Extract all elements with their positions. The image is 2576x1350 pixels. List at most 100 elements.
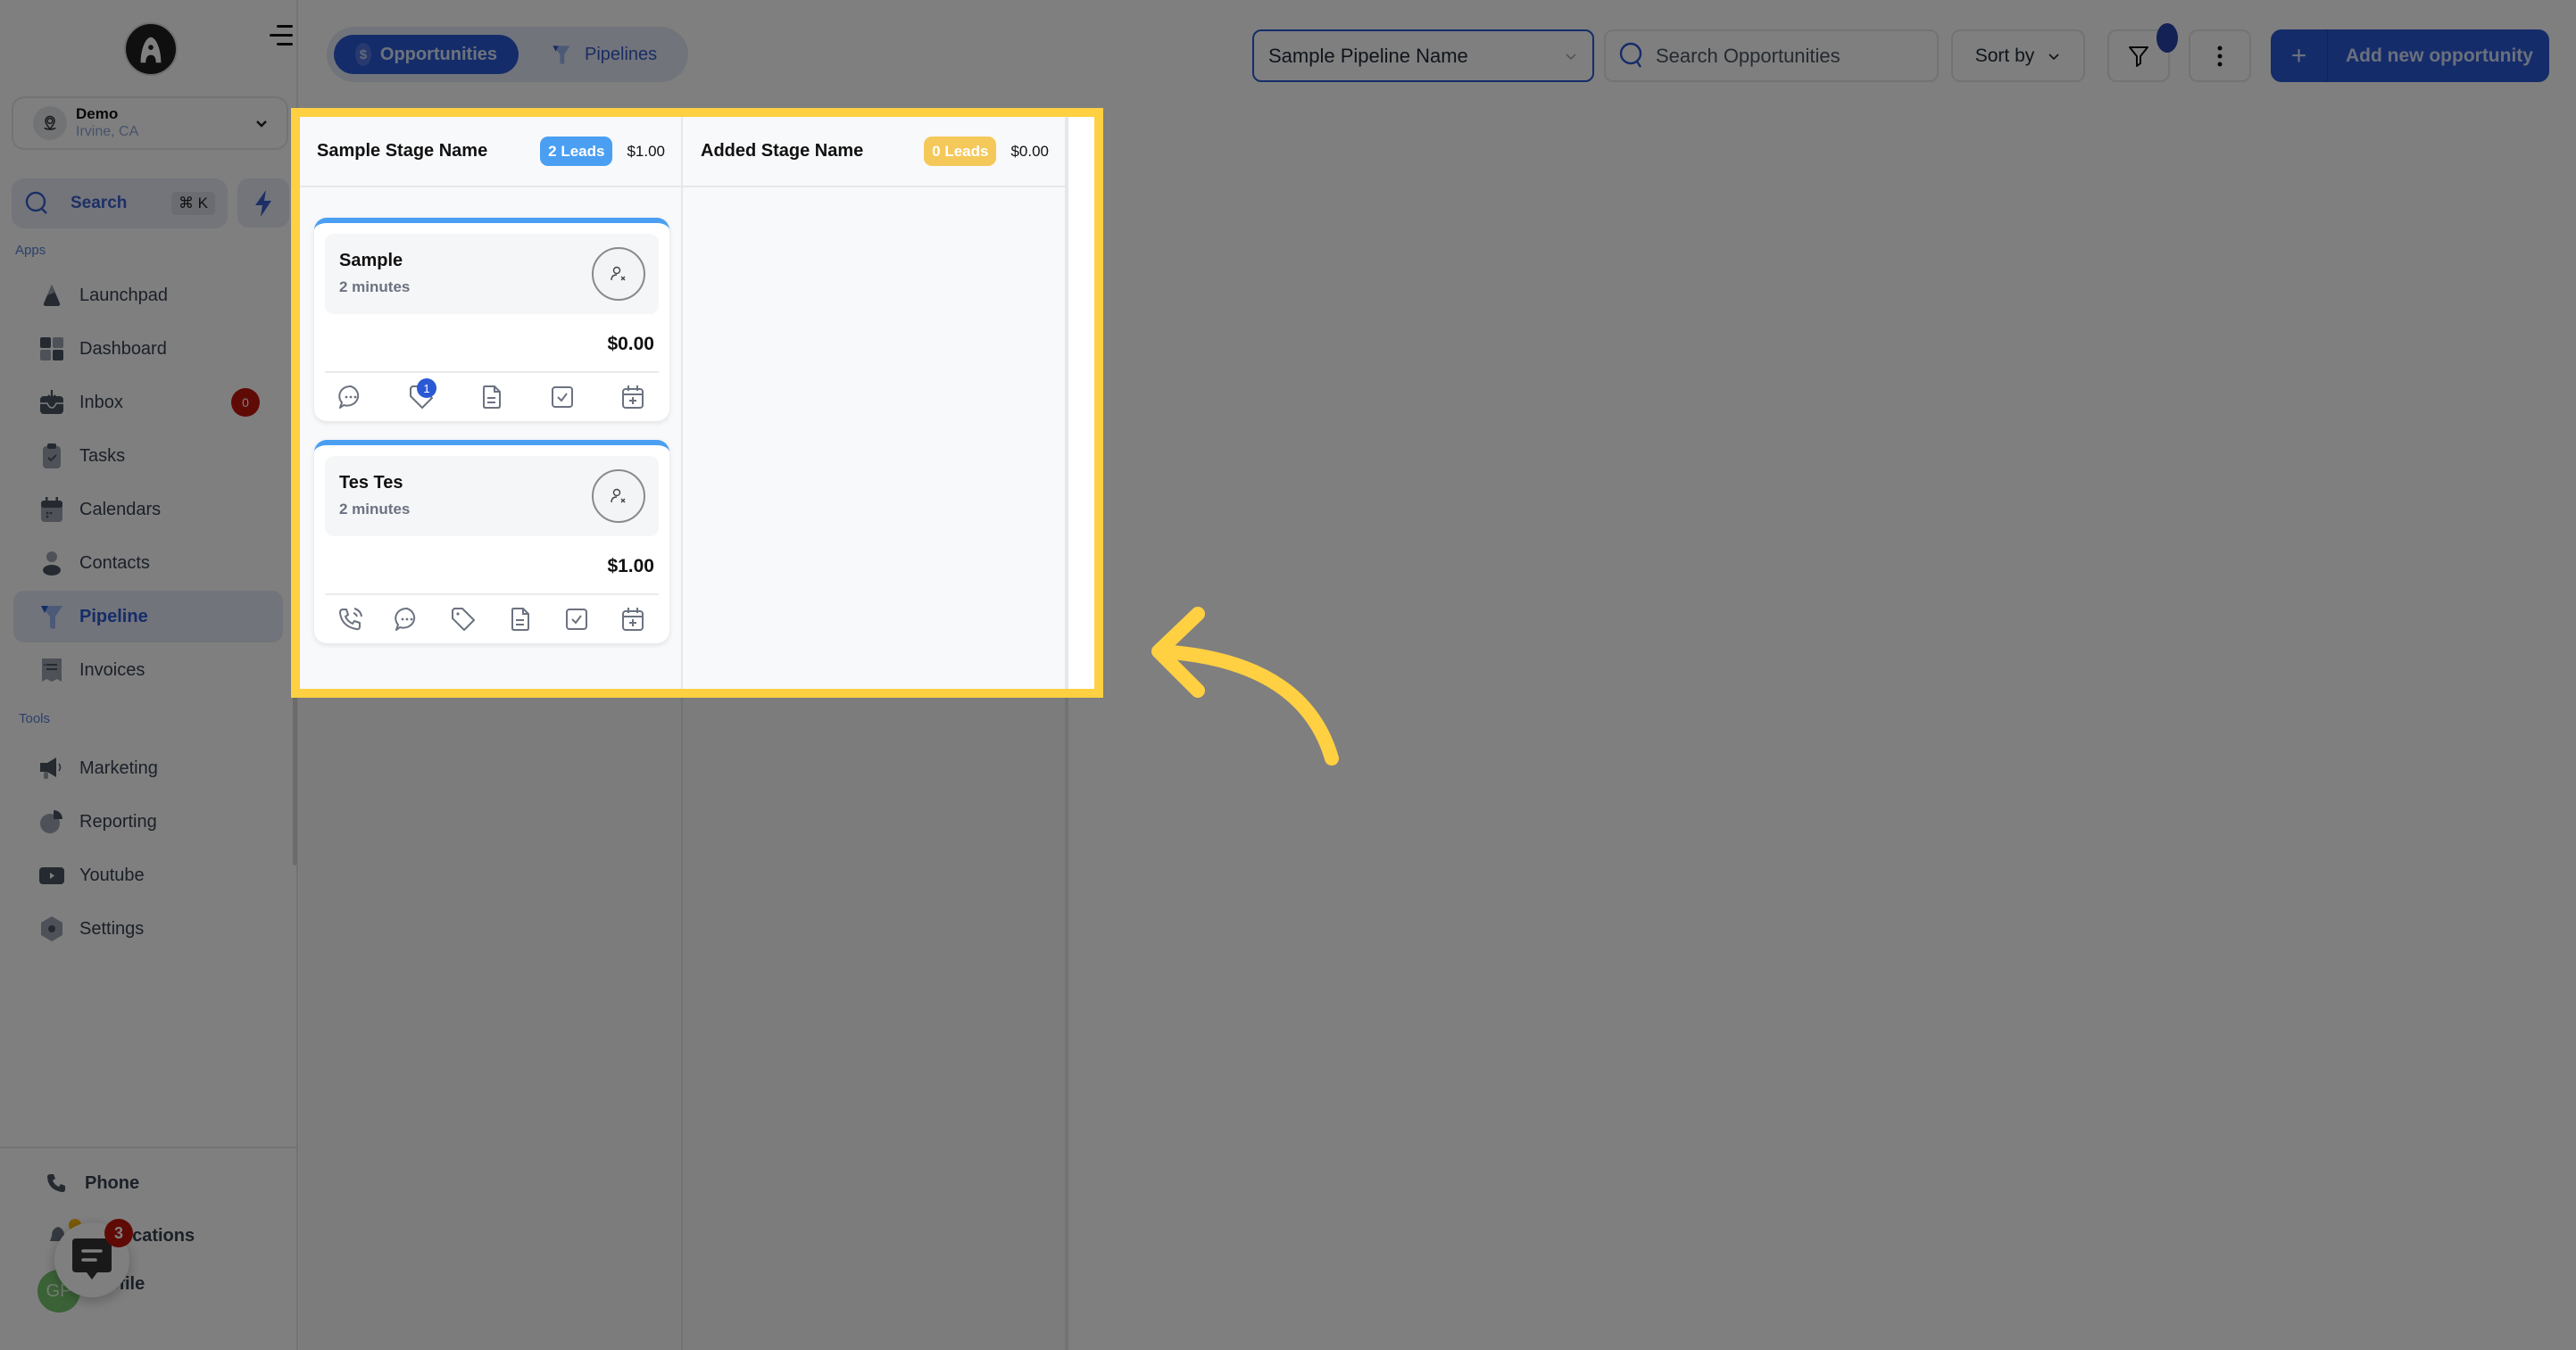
tab-label: Pipelines [585,44,658,64]
phone-call-icon[interactable] [337,606,364,633]
task-icon[interactable] [549,384,576,410]
menu-line [270,34,293,37]
opportunity-header: Tes Tes 2 minutes [325,456,659,536]
leads-count-badge: 2 Leads [540,137,613,166]
sidebar-item-label: Launchpad [79,285,168,305]
note-icon[interactable] [507,606,534,633]
funnel-icon [553,46,570,65]
search-label: Search [71,194,128,212]
sidebar-item-settings[interactable]: Settings [13,903,283,955]
column-divider [1067,117,1068,1350]
sidebar-item-reporting[interactable]: Reporting [13,796,283,848]
opportunity-actions [325,593,659,643]
lightning-icon [255,189,271,217]
sidebar-item-pipeline[interactable]: Pipeline [13,591,283,642]
inbox-count-badge: 0 [231,388,260,417]
sidebar-item-label: Invoices [79,659,145,680]
location-name: Demo [76,105,119,122]
stage-total: $0.00 [1010,142,1049,160]
sidebar-item-invoices[interactable]: Invoices [13,644,283,696]
tab-pipelines[interactable]: Pipelines [529,35,678,74]
opportunity-value: $1.00 [607,556,654,576]
menu-line [277,25,293,28]
pipeline-select-value: Sample Pipeline Name [1268,44,1468,67]
sidebar-item-label: Contacts [79,552,150,573]
tag-count-badge: 1 [417,378,436,398]
calendar-icon [37,495,66,524]
search-icon [1619,42,1642,68]
sidebar-item-calendars[interactable]: Calendars [13,484,283,535]
plus-icon: + [2271,29,2328,82]
sidebar-scrollbar[interactable] [293,357,297,865]
pie-chart-icon [37,808,66,836]
quick-actions-button[interactable] [237,178,289,228]
keyboard-shortcut: ⌘ K [170,192,215,215]
opportunity-card[interactable]: Sample 2 minutes $0.00 1 [314,218,669,421]
logo-icon [140,37,162,63]
inbox-icon [37,388,66,417]
tag-icon[interactable]: 1 [408,378,436,410]
sidebar-item-marketing[interactable]: Marketing [13,742,283,794]
gear-icon [37,915,66,943]
search-opportunities-input[interactable] [1656,44,1924,68]
dollar-icon: $ [355,43,371,66]
opportunity-card[interactable]: Tes Tes 2 minutes $1.00 [314,440,669,643]
phone-icon [47,1174,65,1192]
menu-line [277,43,293,46]
sidebar-item-label: Pipeline [79,606,148,626]
sidebar-item-label: Settings [79,918,145,939]
stage-header: Added Stage Name 0 Leads $0.00 [683,117,1065,187]
task-icon[interactable] [563,606,590,633]
play-icon [37,861,66,890]
stage-header: Sample Stage Name 2 Leads $1.00 [299,117,681,187]
sidebar-item-label: Calendars [79,499,162,519]
chevron-down-icon [2048,53,2059,60]
sidebar-item-youtube[interactable]: Youtube [13,849,283,901]
megaphone-icon [37,754,66,783]
sidebar-search-button[interactable]: Search ⌘ K [12,178,228,228]
assign-user-button[interactable] [592,247,645,301]
tag-icon[interactable] [450,606,477,633]
sidebar-item-label: Phone [85,1172,140,1193]
more-options-button[interactable] [2189,29,2251,82]
more-vertical-icon [2217,46,2223,66]
chat-icon[interactable] [394,606,420,633]
note-icon[interactable] [478,384,505,410]
sidebar-item-phone[interactable]: Phone [40,1172,139,1194]
sidebar-item-inbox[interactable]: Inbox 0 [13,377,283,428]
collapse-sidebar-button[interactable] [270,25,293,46]
sidebar-item-launchpad[interactable]: Launchpad [13,269,283,321]
sidebar-item-contacts[interactable]: Contacts [13,537,283,589]
stage-title: Sample Stage Name [317,141,488,161]
sidebar-item-dashboard[interactable]: Dashboard [13,323,283,375]
tab-opportunities[interactable]: $ Opportunities [334,35,519,74]
apps-section-label: Apps [15,243,46,258]
pipeline-select[interactable]: Sample Pipeline Name [1252,29,1594,82]
sidebar-item-label: Inbox [79,392,123,412]
clipboard-check-icon [37,442,66,470]
calendar-add-icon[interactable] [619,384,646,410]
stage-column: Added Stage Name 0 Leads $0.00 [683,117,1067,1350]
app-logo[interactable] [124,22,178,76]
add-new-opportunity-button[interactable]: + Add new opportunity [2271,29,2549,82]
search-icon [25,191,47,214]
sidebar-item-label: Youtube [79,865,145,885]
calendar-add-icon[interactable] [619,606,646,633]
opportunity-actions: 1 [325,371,659,421]
chevron-down-icon [256,120,267,128]
funnel-icon [37,602,66,631]
person-icon [37,549,66,577]
leads-count-badge: 0 Leads [924,137,997,166]
stage-column: Sample Stage Name 2 Leads $1.00 Sample 2… [299,117,683,1350]
assign-user-button[interactable] [592,469,645,523]
filter-icon [2129,46,2148,67]
location-switcher[interactable]: Demo Irvine, CA [12,96,288,150]
opportunity-header: Sample 2 minutes [325,234,659,314]
unassigned-user-icon [611,488,626,503]
sidebar-item-label: Tasks [79,445,126,466]
stage-total: $1.00 [627,142,665,160]
chevron-down-icon [1566,53,1576,60]
sidebar-item-tasks[interactable]: Tasks [13,430,283,482]
sort-by-button[interactable]: Sort by [1951,29,2085,82]
chat-icon[interactable] [337,384,364,410]
